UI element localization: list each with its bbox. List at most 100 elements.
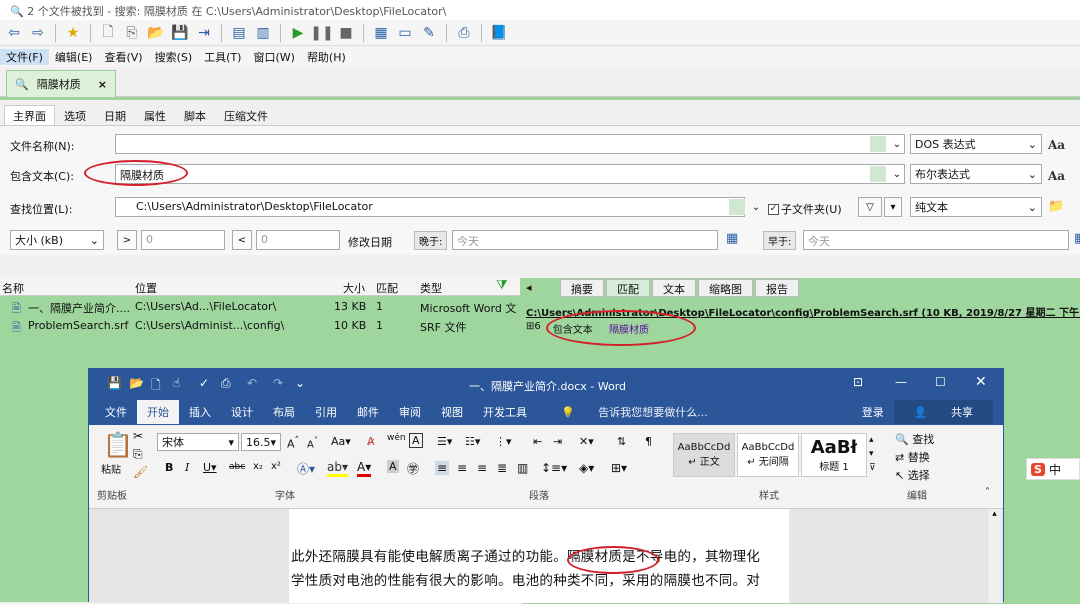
expand-icon[interactable]: ⊞6 (526, 321, 541, 336)
location-mode-select[interactable]: 纯文本 ⌄ (910, 197, 1042, 217)
underline-icon[interactable]: U▾ (203, 461, 217, 474)
size-min-field[interactable]: 0 (141, 230, 225, 250)
tab-thumbnail[interactable]: 缩略图 (698, 279, 753, 297)
menu-edit[interactable]: 编辑(E) (49, 49, 99, 65)
menu-view[interactable]: 查看(V) (98, 49, 148, 65)
align-center-icon[interactable]: ≡ (457, 461, 467, 475)
styles-scroll-icon[interactable]: ▴ ▾ ⊽ (869, 433, 876, 475)
back-icon[interactable]: ⇦ (4, 23, 24, 43)
calendar-icon[interactable]: ▦ (726, 231, 738, 246)
case-sensitive-button[interactable]: Aa (1048, 169, 1065, 183)
touch-mode-icon[interactable]: ☝ (173, 376, 180, 390)
distributed-icon[interactable]: ▥ (517, 461, 528, 475)
new-document-icon[interactable]: 🗋 (151, 376, 161, 397)
scroll-up-icon[interactable]: ▴ (988, 509, 1001, 519)
maximize-icon[interactable]: ☐ (935, 375, 946, 389)
character-border-icon[interactable]: A (409, 433, 423, 448)
close-icon[interactable]: × (98, 78, 107, 91)
tab-home[interactable]: 开始 (137, 400, 179, 424)
tab-options[interactable]: 选项 (55, 105, 95, 125)
vertical-scrollbar[interactable]: ▴ (987, 509, 1001, 603)
increase-indent-icon[interactable]: ⇥ (553, 435, 562, 448)
document-tab[interactable]: 🔍 隔膜材质 × (6, 70, 116, 97)
chevron-down-icon[interactable]: ⌄ (887, 134, 907, 154)
font-size-select[interactable]: 16.5 ▾ (241, 433, 281, 451)
tab-attributes[interactable]: 属性 (135, 105, 175, 125)
tab-references[interactable]: 引用 (305, 400, 347, 424)
book-icon[interactable]: 📘 (489, 23, 509, 43)
tab-insert[interactable]: 插入 (179, 400, 221, 424)
copy-icon[interactable]: ⎘ (133, 447, 143, 462)
tab-main[interactable]: 主界面 (4, 105, 55, 125)
sign-in-link[interactable]: 登录 (852, 400, 894, 424)
layout-icon[interactable]: ▦ (371, 23, 391, 43)
line-spacing-icon[interactable]: ↕≡▾ (541, 461, 567, 475)
filename-field[interactable] (115, 134, 905, 154)
shading-icon[interactable]: ◈▾ (579, 461, 594, 475)
table-row[interactable]: 🗎 ProblemSearch.srf C:\Users\Administ...… (0, 317, 520, 335)
ribbon-display-icon[interactable]: ⊡ (853, 375, 863, 389)
export-icon[interactable]: ⇥ (194, 23, 214, 43)
open-folder-icon[interactable]: 📂 (129, 376, 144, 390)
browse-folder-icon[interactable]: 📁 (1048, 199, 1064, 214)
size-max-field[interactable]: 0 (256, 230, 340, 250)
favorite-star-icon[interactable]: ★ (63, 23, 83, 43)
forward-icon[interactable]: ⇨ (28, 23, 48, 43)
location-field[interactable]: C:\Users\Administrator\Desktop\FileLocat… (115, 197, 745, 217)
clear-format-icon[interactable]: A̷ (367, 435, 375, 448)
save-icon[interactable]: 💾 (107, 376, 122, 390)
menu-search[interactable]: 搜索(S) (149, 49, 199, 65)
numbering-icon[interactable]: ☷▾ (465, 435, 480, 448)
phonetic-guide-icon[interactable]: wén (387, 433, 406, 443)
share-button[interactable]: 👤 共享 (893, 400, 993, 424)
print-preview-icon[interactable]: ⎙ (221, 376, 231, 391)
tab-review[interactable]: 审阅 (389, 400, 431, 424)
print-icon[interactable]: ⎙ (454, 23, 474, 43)
ime-indicator[interactable]: S 中 (1026, 458, 1080, 480)
italic-icon[interactable]: I (185, 461, 189, 474)
case-sensitive-button[interactable]: Aa (1048, 138, 1065, 152)
column-matches[interactable]: 匹配 (376, 280, 398, 296)
font-color-icon[interactable]: A▾ (357, 460, 372, 477)
grow-font-icon[interactable]: A˄ (287, 435, 299, 451)
menu-file[interactable]: 文件(F) (0, 49, 49, 65)
scroll-left-icon[interactable]: ◂ (526, 281, 532, 294)
bold-icon[interactable]: B (165, 461, 173, 474)
select-button[interactable]: ↖ 选择 (895, 467, 930, 483)
greater-than-button[interactable]: > (117, 230, 137, 250)
style-heading-1[interactable]: AaBł 标题 1 (801, 433, 867, 477)
before-date-field[interactable]: 今天 (803, 230, 1069, 250)
chevron-down-icon[interactable]: ⌄ (887, 164, 907, 184)
column-chooser-icon[interactable]: ⧩ (496, 278, 508, 293)
align-left-icon[interactable]: ≡ (435, 461, 450, 475)
before-button[interactable]: 早于: (763, 231, 797, 250)
character-shading-icon[interactable]: A (387, 460, 399, 473)
justify-icon[interactable]: ≣ (497, 461, 507, 475)
find-button[interactable]: 🔍 查找 (895, 431, 934, 447)
content-text-field[interactable]: 隔膜材质 (115, 164, 905, 184)
edit-icon[interactable]: ✎ (419, 23, 439, 43)
tab-file[interactable]: 文件 (95, 400, 137, 424)
after-button[interactable]: 晚于: (414, 231, 448, 250)
subfolder-checkbox[interactable]: ✓ 子文件夹(U) (768, 201, 842, 217)
save-icon[interactable]: 💾 (170, 23, 190, 43)
window-icon[interactable]: ▭ (395, 23, 415, 43)
filter-icon[interactable]: ▽ (858, 197, 882, 217)
new-document-icon[interactable]: 🗋 (98, 23, 118, 43)
tab-script[interactable]: 脚本 (175, 105, 215, 125)
tab-developer[interactable]: 开发工具 (473, 400, 537, 424)
menu-window[interactable]: 窗口(W) (247, 49, 300, 65)
sort-icon[interactable]: ⇅ (617, 435, 626, 448)
style-no-spacing[interactable]: AaBbCcDd ↵ 无间隔 (737, 433, 799, 477)
format-painter-icon[interactable]: 🖌 (133, 465, 148, 479)
menu-help[interactable]: 帮助(H) (301, 49, 352, 65)
report-icon[interactable]: ▥ (253, 23, 273, 43)
caret-down-icon[interactable]: ▾ (884, 197, 902, 217)
shrink-font-icon[interactable]: A˅ (307, 435, 318, 450)
asian-layout-icon[interactable]: ✕▾ (579, 435, 594, 448)
copy-icon[interactable]: ⎘ (122, 23, 142, 43)
superscript-icon[interactable]: x² (271, 461, 281, 472)
show-marks-icon[interactable]: ¶ (645, 435, 652, 448)
collapse-ribbon-icon[interactable]: ˄ (985, 487, 990, 498)
tab-summary[interactable]: 摘要 (560, 279, 604, 297)
